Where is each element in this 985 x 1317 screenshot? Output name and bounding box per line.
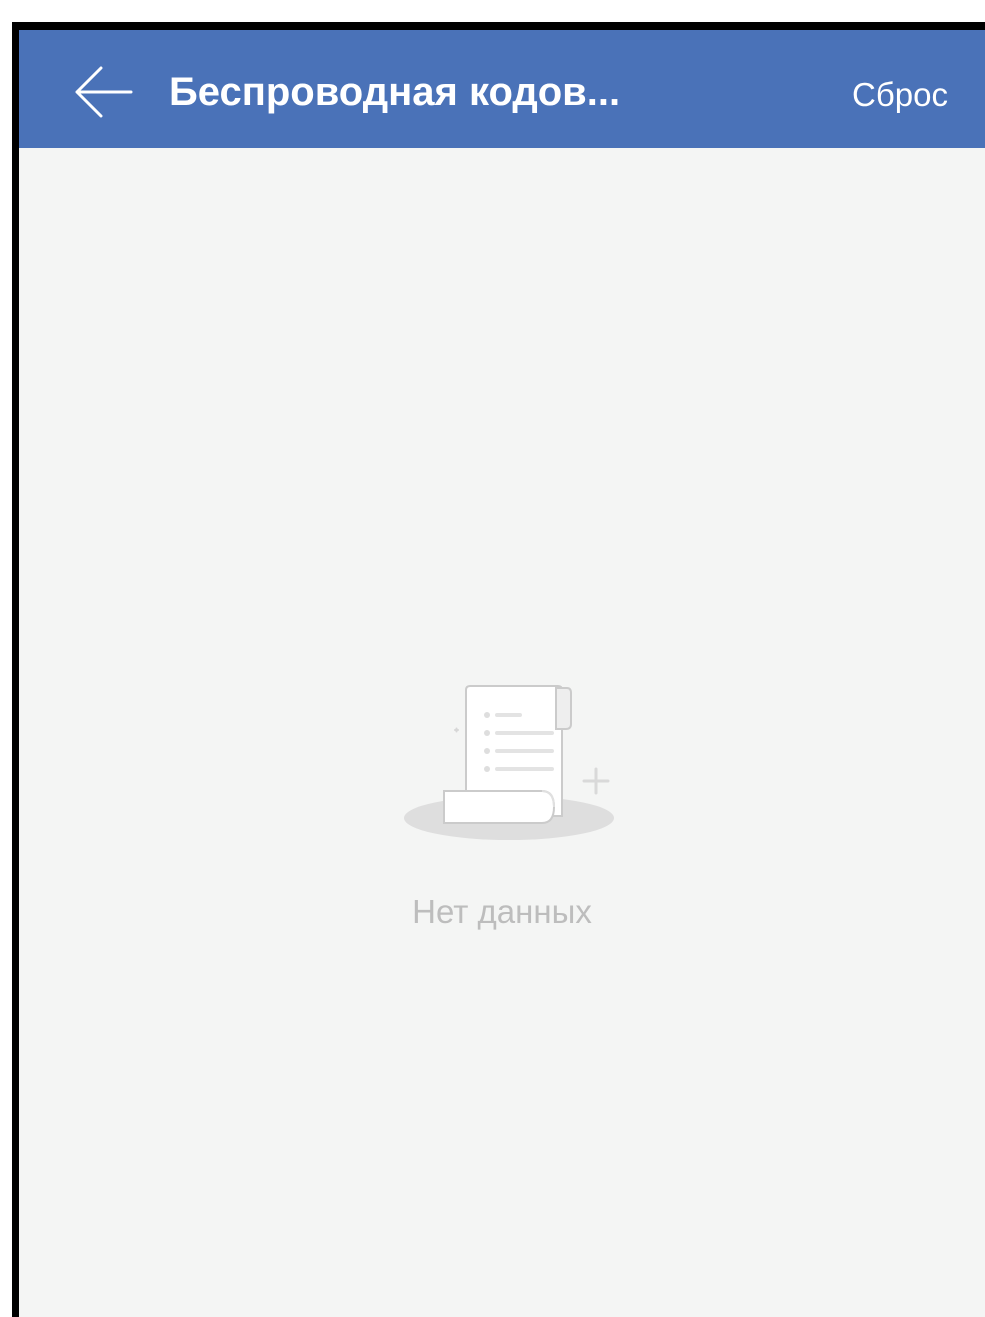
document-scroll-icon [384,680,624,855]
back-button[interactable] [69,64,135,120]
page-title: Беспроводная кодов... [169,70,621,114]
empty-state-message: Нет данных [412,893,592,930]
reset-button[interactable]: Сброс [852,75,948,115]
empty-state: Нет данных [19,680,985,940]
header-bar: Беспроводная кодов... Сброс [19,30,985,148]
app-screen: Беспроводная кодов... Сброс Нет данных [19,30,985,1317]
arrow-left-icon [75,66,133,118]
